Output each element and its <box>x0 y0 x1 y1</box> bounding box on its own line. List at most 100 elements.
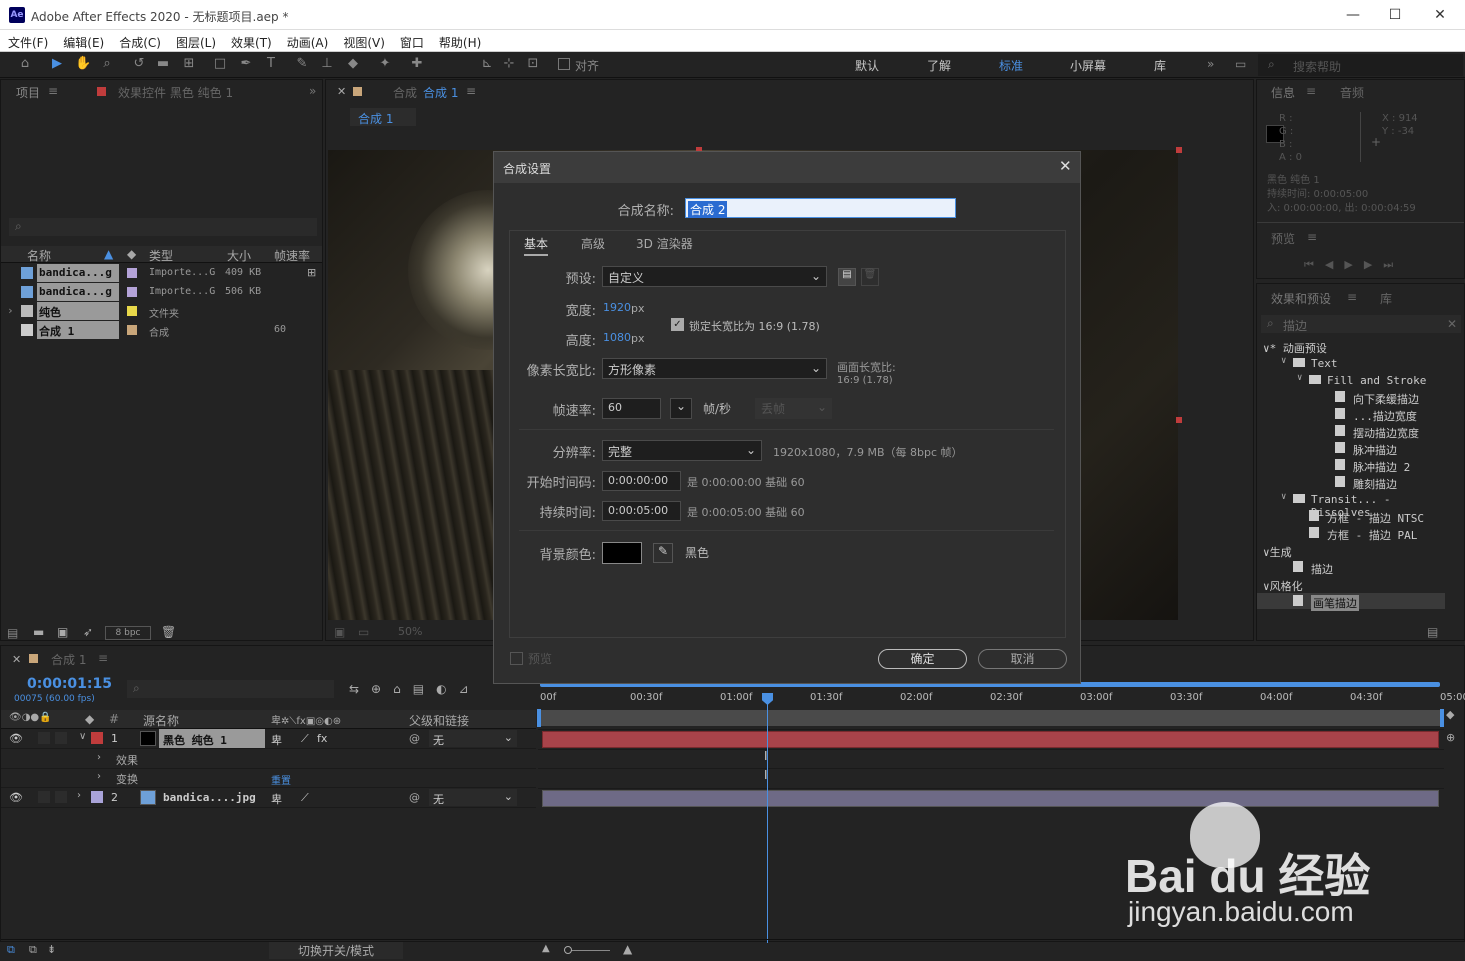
layer-bar-image[interactable] <box>542 790 1439 807</box>
menu-view[interactable]: 视图(V) <box>335 30 392 51</box>
tab-preview[interactable]: 预览 <box>1271 230 1295 247</box>
zoom-tool-icon[interactable]: ⌕ <box>100 57 114 71</box>
layer-nav-icon[interactable]: ⊕ <box>1446 731 1455 744</box>
lock-aspect-checkbox[interactable]: ✓ <box>671 318 684 331</box>
property-row[interactable]: › 效果 <box>1 749 536 769</box>
chevron-right-icon[interactable]: › <box>77 790 81 801</box>
col-type[interactable]: 类型 <box>149 247 173 264</box>
effects-tree-item[interactable]: ∨风格化 <box>1257 576 1445 593</box>
parent-select[interactable]: 无 ⌄ <box>429 730 517 747</box>
effects-tree-item[interactable]: 方框 - 描边 PAL <box>1257 525 1445 542</box>
search-help-input[interactable]: ⌕ 搜索帮助 <box>1258 54 1463 76</box>
render-icon[interactable]: ➶ <box>83 625 93 639</box>
dialog-close-icon[interactable]: ✕ <box>1059 157 1072 175</box>
workspace-libraries[interactable]: 库 <box>1154 57 1166 74</box>
table-row[interactable]: 👁 ∨ 1 黑色 纯色 1 卑 ⟋ fx @ 无 ⌄ <box>1 729 536 749</box>
time-ruler[interactable]: 00f 00:30f 01:00f 01:30f 02:00f 02:30f 03:00f 0… <box>538 680 1465 710</box>
sort-icon[interactable]: ▲ <box>104 247 113 261</box>
pen-tool-icon[interactable]: ✒ <box>239 57 253 71</box>
work-area[interactable] <box>538 710 1444 726</box>
tab-effects-presets[interactable]: 效果和预设 <box>1271 290 1331 307</box>
eraser-tool-icon[interactable]: ◆ <box>346 57 360 71</box>
camera-tool-icon[interactable]: ▬ <box>156 57 170 71</box>
minimize-icon[interactable]: — <box>1333 4 1373 26</box>
menu-edit[interactable]: 编辑(E) <box>55 30 111 51</box>
delete-icon[interactable]: 🗑 <box>161 625 176 639</box>
layer-name[interactable]: 黑色 纯色 1 <box>159 729 265 748</box>
cancel-button[interactable]: 取消 <box>978 649 1067 669</box>
layer-name[interactable]: bandica....jpg <box>159 788 265 807</box>
monitor-icon[interactable]: ▭ <box>1235 57 1246 71</box>
eye-icon[interactable]: 👁 <box>9 732 23 745</box>
fx-switch-icon[interactable]: fx <box>317 732 327 745</box>
width-value[interactable]: 1920 <box>603 301 631 314</box>
workspace-learn[interactable]: 了解 <box>927 57 951 74</box>
effects-tree-item[interactable]: ∨* 动画预设 <box>1257 338 1445 355</box>
save-preset-icon[interactable]: ▤ <box>838 268 856 286</box>
chevron-right-icon[interactable]: › <box>97 752 101 763</box>
tab-effect-controls[interactable]: 效果控件 黑色 纯色 1 <box>118 84 233 101</box>
tab-libraries[interactable]: 库 <box>1380 290 1392 307</box>
brush-tool-icon[interactable]: ✎ <box>295 57 309 71</box>
align-checkbox[interactable] <box>558 58 570 70</box>
axis-local-icon[interactable]: ⊾ <box>480 57 494 71</box>
effects-tree-item[interactable]: ∨ Fill and Stroke <box>1257 372 1445 388</box>
effects-tree-item[interactable]: ...描边宽度 <box>1257 406 1445 423</box>
interpret-footage-icon[interactable]: ▤ <box>7 626 18 640</box>
pan-behind-tool-icon[interactable]: ⊞ <box>182 57 196 71</box>
col-fps[interactable]: 帧速率 <box>274 247 310 264</box>
effects-tree-item[interactable]: 向下柔缓描边 <box>1257 389 1445 406</box>
property-row[interactable]: › 变换 重置 <box>1 768 536 788</box>
axis-world-icon[interactable]: ⊹ <box>502 57 516 71</box>
effects-tree-item[interactable]: ∨ Transit... - Dissolves <box>1257 491 1445 519</box>
preview-checkbox[interactable] <box>510 652 523 665</box>
chevron-right-icon[interactable]: › <box>97 771 101 782</box>
layer-bar-solid[interactable] <box>542 731 1439 748</box>
axis-view-icon[interactable]: ⊡ <box>526 57 540 71</box>
expand-icon[interactable]: › <box>7 304 14 317</box>
expand-icon[interactable]: ⇟ <box>47 943 56 956</box>
fps-input[interactable]: 60 <box>602 398 661 419</box>
more-workspaces-icon[interactable]: » <box>1207 57 1214 71</box>
always-preview-icon[interactable]: ▣ <box>334 625 345 639</box>
menu-layer[interactable]: 图层(L) <box>168 30 223 51</box>
menu-file[interactable]: 文件(F) <box>0 30 55 51</box>
home-icon[interactable]: ⌂ <box>18 57 32 71</box>
shy-switch-icon[interactable]: 卑 <box>271 732 282 748</box>
menu-animation[interactable]: 动画(A) <box>279 30 336 51</box>
label-color[interactable] <box>127 306 137 316</box>
menu-composition[interactable]: 合成(C) <box>111 30 168 51</box>
effects-search-input[interactable]: ⌕ 描边 ✕ <box>1261 315 1461 333</box>
effects-tree-item[interactable]: ∨生成 <box>1257 542 1445 559</box>
drop-frame-select[interactable]: 丢帧 ⌄ <box>755 398 832 419</box>
reset-link[interactable]: 重置 <box>271 772 291 787</box>
timeline-search-input[interactable]: ⌕ <box>127 680 334 698</box>
close-icon[interactable]: ✕ <box>1420 4 1460 26</box>
effects-tree-item[interactable]: 摆动描边宽度 <box>1257 423 1445 440</box>
menu-help[interactable]: 帮助(H) <box>431 30 488 51</box>
comp-breadcrumb[interactable]: 合成 1 <box>350 108 416 126</box>
col-name[interactable]: 名称 <box>27 247 51 264</box>
pickwhip-icon[interactable]: @ <box>409 791 420 804</box>
zoom-in-icon[interactable]: ▲ <box>623 942 632 956</box>
playback-controls[interactable]: ⏮◀▶▶⏭ <box>1304 258 1404 272</box>
close-tab-icon[interactable]: ✕ <box>337 85 346 98</box>
current-timecode[interactable]: 0:00:01:15 <box>27 676 112 692</box>
clone-stamp-icon[interactable]: ⊥ <box>320 57 334 71</box>
workspace-default[interactable]: 默认 <box>855 57 879 74</box>
effects-tree-item[interactable]: 脉冲描边 <box>1257 440 1445 457</box>
zoom-dropdown[interactable]: 50% <box>398 625 422 638</box>
hand-tool-icon[interactable]: ✋ <box>75 57 91 71</box>
new-comp-icon[interactable]: ▣ <box>57 625 68 639</box>
zoom-out-icon[interactable]: ▲ <box>542 943 550 954</box>
effects-tree-item[interactable]: ∨ Text <box>1257 355 1445 371</box>
comp-flowchart-icon[interactable]: ⧉ <box>7 943 15 957</box>
menu-window[interactable]: 窗口 <box>392 30 431 51</box>
render-time-icon[interactable]: ⧉ <box>29 943 37 957</box>
timeline-switches[interactable]: ⇆⊕⌂▤◐⊿ <box>349 682 481 696</box>
quality-switch-icon[interactable]: ⟋ <box>301 791 309 805</box>
bpc-button[interactable]: 8 bpc <box>105 626 151 640</box>
new-preset-icon[interactable]: ▤ <box>1427 625 1438 639</box>
height-value[interactable]: 1080 <box>603 331 631 344</box>
toggle-switches-modes[interactable]: 切换开关/模式 <box>269 942 403 959</box>
